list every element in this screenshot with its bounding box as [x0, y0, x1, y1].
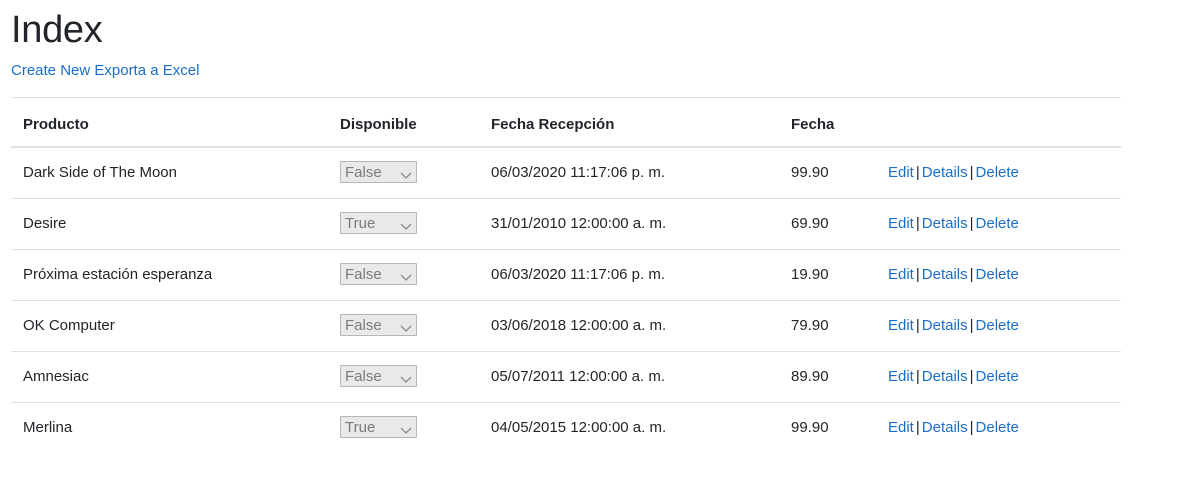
action-separator: |: [915, 317, 920, 334]
header-fecha-recepcion: Fecha Recepción: [491, 116, 615, 133]
page-title: Index: [11, 9, 103, 51]
edit-link[interactable]: Edit: [888, 368, 914, 385]
cell-producto: Desire: [23, 215, 67, 232]
delete-link[interactable]: Delete: [976, 266, 1019, 283]
action-separator: |: [969, 164, 974, 181]
action-separator: |: [969, 266, 974, 283]
action-separator: |: [915, 266, 920, 283]
cell-producto: OK Computer: [23, 317, 115, 334]
disponible-select[interactable]: False: [340, 314, 417, 336]
disponible-value: True: [345, 419, 376, 436]
chevron-down-icon: [400, 167, 412, 179]
cell-producto: Amnesiac: [23, 368, 89, 385]
disponible-value: False: [345, 368, 382, 385]
row-actions: Edit | Details | Delete: [888, 163, 1019, 183]
cell-fecha: 89.90: [791, 368, 829, 385]
chevron-down-icon: [400, 371, 412, 383]
cell-fecha: 99.90: [791, 164, 829, 181]
table-row: OK Computer False 03/06/2018 12:00:00 a. m…: [11, 301, 1121, 352]
action-separator: |: [969, 419, 974, 436]
disponible-select[interactable]: False: [340, 161, 417, 183]
action-separator: |: [969, 317, 974, 334]
header-producto: Producto: [23, 116, 89, 133]
details-link[interactable]: Details: [922, 215, 968, 232]
delete-link[interactable]: Delete: [976, 215, 1019, 232]
table-row: Próxima estación esperanza False 06/03/202…: [11, 250, 1121, 301]
disponible-value: True: [345, 215, 376, 232]
edit-link[interactable]: Edit: [888, 215, 914, 232]
row-actions: Edit | Details | Delete: [888, 214, 1019, 234]
chevron-down-icon: [400, 269, 412, 281]
table-row: Amnesiac False 05/07/2011 12:00:00 a. m. 89…: [11, 352, 1121, 403]
row-actions: Edit | Details | Delete: [888, 265, 1019, 285]
cell-fecha-recepcion: 05/07/2011 12:00:00 a. m.: [491, 368, 666, 385]
disponible-select[interactable]: True: [340, 212, 417, 234]
cell-fecha-recepcion: 04/05/2015 12:00:00 a. m.: [491, 419, 667, 436]
page-links: Create New Exporta a Excel: [11, 61, 199, 81]
table-body: Dark Side of The Moon False 06/03/2020 11:…: [11, 148, 1121, 453]
edit-link[interactable]: Edit: [888, 317, 914, 334]
create-new-link[interactable]: Create New: [11, 62, 90, 79]
action-separator: |: [969, 215, 974, 232]
header-fecha: Fecha: [791, 116, 835, 133]
delete-link[interactable]: Delete: [976, 368, 1019, 385]
disponible-select[interactable]: False: [340, 263, 417, 285]
cell-fecha: 69.90: [791, 215, 829, 232]
cell-fecha: 99.90: [791, 419, 829, 436]
cell-fecha-recepcion: 31/01/2010 12:00:00 a. m.: [491, 215, 667, 232]
edit-link[interactable]: Edit: [888, 164, 914, 181]
cell-fecha: 19.90: [791, 266, 829, 283]
action-separator: |: [915, 368, 920, 385]
disponible-value: False: [345, 266, 382, 283]
products-table: Producto Disponible Fecha Recepción Fech…: [11, 97, 1121, 453]
details-link[interactable]: Details: [922, 419, 968, 436]
details-link[interactable]: Details: [922, 317, 968, 334]
cell-producto: Próxima estación esperanza: [23, 266, 213, 283]
header-disponible: Disponible: [340, 116, 417, 133]
cell-fecha-recepcion: 06/03/2020 11:17:06 p. m.: [491, 266, 666, 283]
action-separator: |: [915, 419, 920, 436]
cell-fecha-recepcion: 03/06/2018 12:00:00 a. m.: [491, 317, 667, 334]
disponible-value: False: [345, 164, 382, 181]
details-link[interactable]: Details: [922, 266, 968, 283]
details-link[interactable]: Details: [922, 164, 968, 181]
cell-fecha-recepcion: 06/03/2020 11:17:06 p. m.: [491, 164, 666, 181]
cell-producto: Dark Side of The Moon: [23, 164, 177, 181]
delete-link[interactable]: Delete: [976, 419, 1019, 436]
cell-fecha: 79.90: [791, 317, 829, 334]
table-row: Dark Side of The Moon False 06/03/2020 11:…: [11, 148, 1121, 199]
chevron-down-icon: [400, 320, 412, 332]
edit-link[interactable]: Edit: [888, 419, 914, 436]
action-separator: |: [915, 164, 920, 181]
disponible-select[interactable]: False: [340, 365, 417, 387]
delete-link[interactable]: Delete: [976, 317, 1019, 334]
disponible-select[interactable]: True: [340, 416, 417, 438]
delete-link[interactable]: Delete: [976, 164, 1019, 181]
row-actions: Edit | Details | Delete: [888, 418, 1019, 438]
action-separator: |: [915, 215, 920, 232]
table-row: Desire True 31/01/2010 12:00:00 a. m. 69.90…: [11, 199, 1121, 250]
action-separator: |: [969, 368, 974, 385]
disponible-value: False: [345, 317, 382, 334]
chevron-down-icon: [400, 218, 412, 230]
row-actions: Edit | Details | Delete: [888, 367, 1019, 387]
row-actions: Edit | Details | Delete: [888, 316, 1019, 336]
details-link[interactable]: Details: [922, 368, 968, 385]
table-row: Merlina True 04/05/2015 12:00:00 a. m. 99.9…: [11, 403, 1121, 453]
chevron-down-icon: [400, 422, 412, 434]
export-excel-link[interactable]: Exporta a Excel: [94, 62, 199, 79]
table-header: Producto Disponible Fecha Recepción Fech…: [11, 98, 1121, 148]
edit-link[interactable]: Edit: [888, 266, 914, 283]
cell-producto: Merlina: [23, 419, 73, 436]
